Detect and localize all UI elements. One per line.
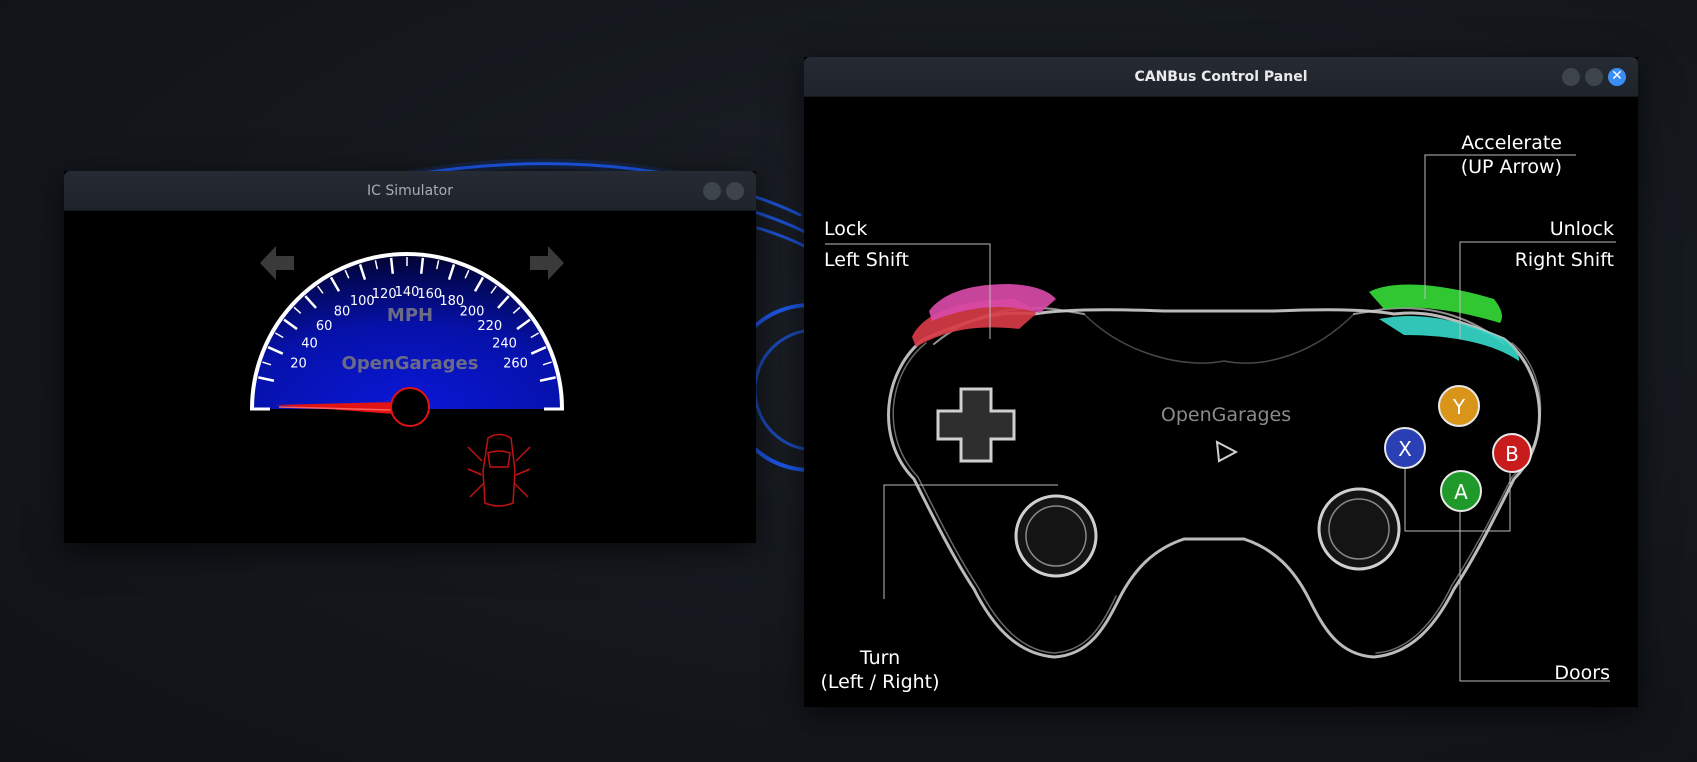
maximize-button[interactable]: [1585, 68, 1603, 86]
x-button-label: X: [1398, 437, 1412, 461]
start-button[interactable]: [1215, 440, 1239, 463]
speed-unit-label: MPH: [387, 305, 433, 326]
right-shift-label: Right Shift: [1515, 249, 1614, 271]
a-button[interactable]: A: [1440, 470, 1482, 512]
control-panel-title: CANBus Control Panel: [1134, 69, 1308, 85]
gauge-tick: [419, 257, 425, 274]
y-button[interactable]: Y: [1438, 385, 1480, 427]
accelerate-label: Accelerate: [1461, 132, 1562, 154]
right-thumbstick[interactable]: [1317, 487, 1401, 571]
left-thumbstick[interactable]: [1014, 494, 1098, 578]
gauge-tick-label: 200: [460, 305, 485, 320]
canbus-control-panel-window: CANBus Control Panel ✕ OpenGarages Y X B…: [804, 57, 1638, 707]
control-panel-canvas: OpenGarages Y X B A Lock Left Shift Acce…: [804, 99, 1638, 707]
up-arrow-label: (UP Arrow): [1461, 156, 1562, 178]
left-bumpers[interactable]: [912, 284, 1056, 347]
unlock-label: Unlock: [1550, 218, 1614, 240]
y-button-label: Y: [1452, 395, 1466, 419]
ic-simulator-title: IC Simulator: [367, 183, 453, 199]
gauge-tick-label: 20: [290, 357, 307, 372]
x-button[interactable]: X: [1384, 427, 1426, 469]
b-button[interactable]: B: [1492, 433, 1532, 473]
speedometer: 20406080100120140160180200220240260 MPH …: [250, 252, 564, 427]
speedometer-brand-label: OpenGarages: [342, 353, 479, 374]
right-bumpers[interactable]: [1369, 284, 1520, 361]
gauge-tick-label: 60: [316, 319, 333, 334]
arrow-right-icon: [530, 246, 564, 280]
control-panel-titlebar[interactable]: CANBus Control Panel ✕: [804, 57, 1638, 97]
doors-label: Doors: [1554, 662, 1610, 684]
gauge-tick-label: 80: [334, 305, 351, 320]
car-doors-icon: [467, 433, 531, 507]
lock-label: Lock: [824, 218, 867, 240]
b-button-label: B: [1505, 442, 1519, 466]
close-button[interactable]: [726, 182, 744, 200]
ic-simulator-window: IC Simulator 20 40 60 80 100 120 140 160…: [64, 171, 756, 543]
gauge-tick-label: 40: [301, 337, 318, 352]
ic-simulator-canvas: 20 40 60 80 100 120 140 160 180 200 220 240 260 MPH …: [64, 213, 756, 543]
arrow-left-icon: [260, 246, 294, 280]
gauge-tick-label: 140: [395, 285, 420, 300]
gauge-tick-label: 260: [503, 357, 528, 372]
gauge-tick-label: 120: [372, 287, 397, 302]
gauge-tick-label: 220: [477, 319, 502, 334]
gamepad-brand-label: OpenGarages: [1161, 404, 1291, 426]
turn-keys-label: (Left / Right): [820, 671, 939, 693]
dpad[interactable]: [936, 387, 1016, 463]
gauge-tick: [389, 257, 395, 274]
minimize-button[interactable]: [703, 182, 721, 200]
left-shift-label: Left Shift: [824, 249, 909, 271]
close-button[interactable]: ✕: [1608, 68, 1626, 86]
turn-label: Turn: [859, 647, 900, 669]
ic-simulator-titlebar[interactable]: IC Simulator: [64, 171, 756, 211]
gauge-tick-label: 240: [492, 337, 517, 352]
minimize-button[interactable]: [1562, 68, 1580, 86]
a-button-label: A: [1454, 480, 1468, 504]
needle-hub: [390, 387, 430, 427]
